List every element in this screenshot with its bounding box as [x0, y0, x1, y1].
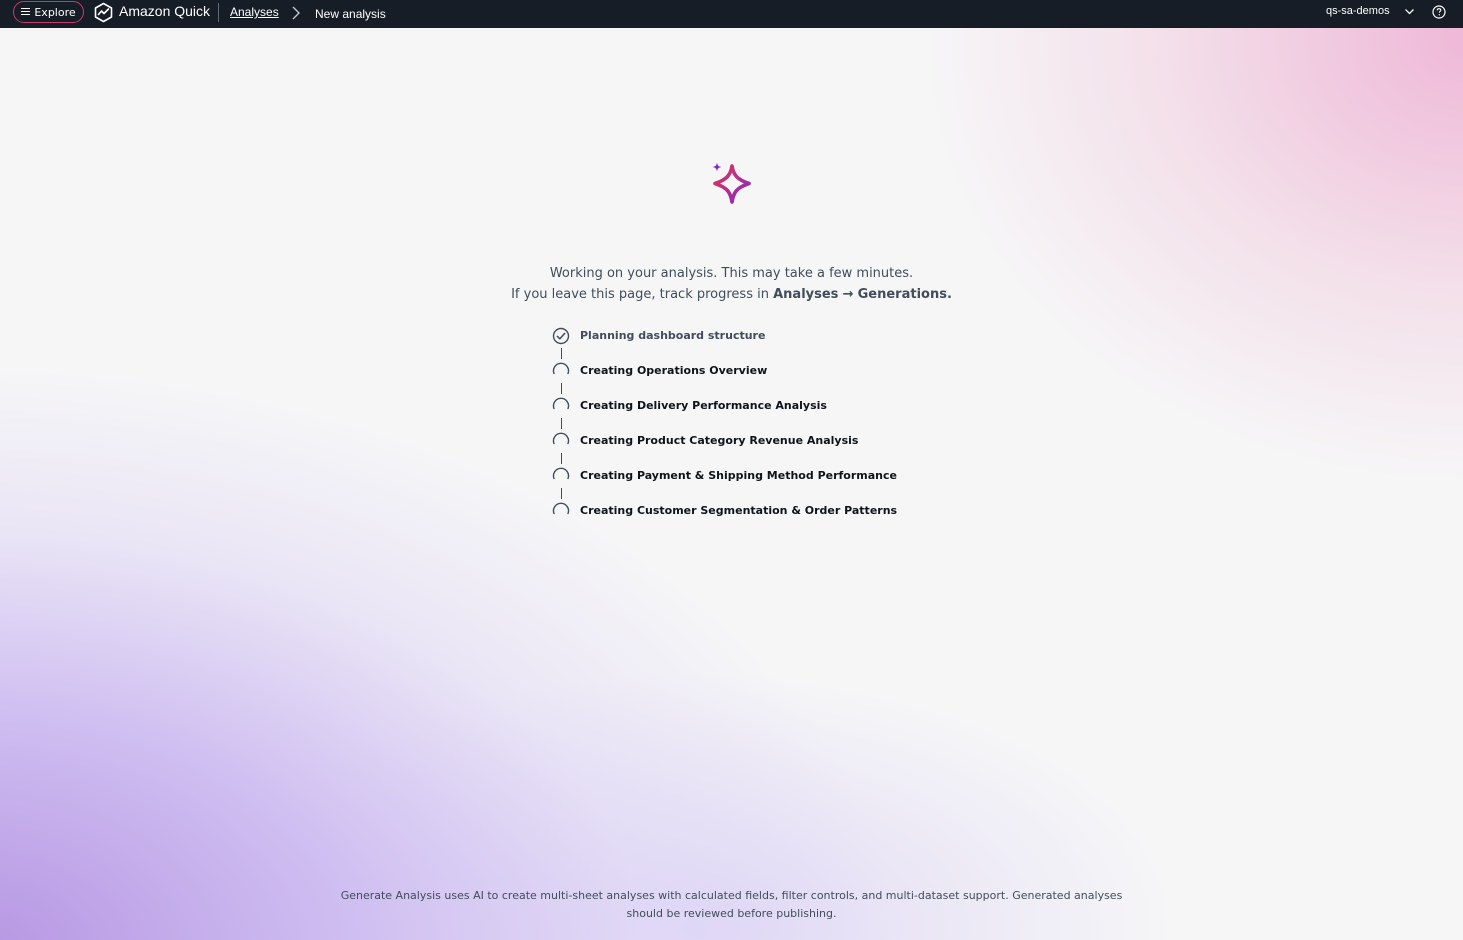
step-item: Creating Delivery Performance Analysis — [552, 397, 972, 417]
step-connector — [561, 348, 562, 359]
generations-reference: Generations. — [857, 287, 952, 302]
step-item: Creating Payment & Shipping Method Perfo… — [552, 467, 972, 487]
breadcrumb-current: New analysis — [315, 7, 386, 21]
disclaimer-line-2: should be reviewed before publishing. — [626, 907, 837, 920]
step-label: Creating Customer Segmentation & Order P… — [580, 504, 898, 517]
progress-hint: If you leave this page, track progress i… — [0, 287, 1463, 302]
step-item: Creating Operations Overview — [552, 362, 972, 382]
ai-disclaimer: Generate Analysis uses AI to create mult… — [0, 887, 1463, 923]
menu-icon — [21, 8, 31, 16]
step-connector — [561, 383, 562, 394]
explore-button[interactable]: Explore — [13, 1, 84, 23]
step-label: Creating Delivery Performance Analysis — [580, 399, 827, 412]
step-connector — [561, 488, 562, 499]
sparkle-icon — [712, 162, 751, 204]
progress-hint-prefix: If you leave this page, track progress i… — [511, 287, 769, 302]
top-navigation-bar: Explore Amazon Quick Analyses New analys… — [0, 0, 1463, 28]
loading-spinner-icon — [552, 502, 570, 515]
step-label: Creating Payment & Shipping Method Perfo… — [580, 469, 897, 482]
explore-label: Explore — [34, 5, 76, 19]
help-icon[interactable] — [1432, 5, 1446, 19]
step-item: Planning dashboard structure — [552, 327, 972, 347]
loading-spinner-icon — [552, 362, 570, 375]
step-connector — [561, 418, 562, 429]
chevron-right-icon — [292, 6, 300, 20]
brand-name[interactable]: Amazon Quick — [119, 3, 210, 19]
loading-spinner-icon — [552, 467, 570, 480]
arrow-separator: → — [842, 287, 854, 302]
analyses-reference: Analyses — [773, 287, 839, 302]
loading-spinner-icon — [552, 432, 570, 445]
status-message: Working on your analysis. This may take … — [549, 266, 914, 281]
nav-divider — [218, 3, 219, 22]
step-label: Creating Operations Overview — [580, 364, 768, 377]
check-circle-icon — [552, 327, 570, 345]
loading-spinner-icon — [552, 397, 570, 410]
chevron-down-icon[interactable] — [1404, 6, 1415, 17]
step-label: Planning dashboard structure — [580, 329, 766, 342]
step-item: Creating Customer Segmentation & Order P… — [552, 502, 972, 522]
amazon-quick-logo-icon[interactable] — [93, 2, 114, 23]
step-item: Creating Product Category Revenue Analys… — [552, 432, 972, 452]
account-menu[interactable]: qs-sa-demos — [1326, 5, 1390, 17]
disclaimer-line-1: Generate Analysis uses AI to create mult… — [340, 889, 1123, 902]
step-label: Creating Product Category Revenue Analys… — [580, 434, 859, 447]
breadcrumb-analyses-link[interactable]: Analyses — [230, 5, 279, 19]
step-connector — [561, 453, 562, 464]
